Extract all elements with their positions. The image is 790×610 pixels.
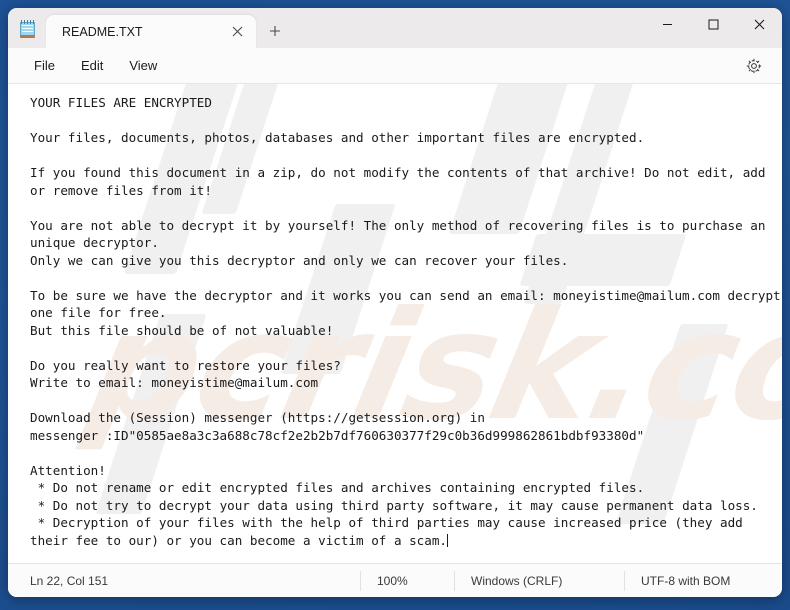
notepad-window: README.TXT File Edit View pcrisk.com YOU… xyxy=(8,8,782,597)
status-cursor-position: Ln 22, Col 151 xyxy=(30,573,109,588)
status-zoom-level[interactable]: 100% xyxy=(360,570,454,591)
document-text[interactable]: YOUR FILES ARE ENCRYPTED Your files, docu… xyxy=(8,84,782,563)
status-bar: Ln 22, Col 151 100% Windows (CRLF) UTF-8… xyxy=(8,563,782,597)
new-tab-button[interactable] xyxy=(262,18,288,44)
document-line: Download the (Session) messenger (https:… xyxy=(30,410,485,425)
menu-bar: File Edit View xyxy=(8,48,782,84)
document-line: * Decryption of your files with the help… xyxy=(30,515,751,548)
document-line: Do you really want to restore your files… xyxy=(30,357,341,373)
document-line: Only we can give you this decryptor and … xyxy=(30,252,569,268)
document-line: But this file should be of not valuable! xyxy=(30,322,334,338)
tab-strip: README.TXT xyxy=(46,8,644,48)
menu-item-file[interactable]: File xyxy=(24,53,65,78)
document-line: If you found this document in a zip, do … xyxy=(30,165,774,198)
document-line: YOUR FILES ARE ENCRYPTED xyxy=(30,95,212,110)
maximize-button[interactable] xyxy=(690,8,736,41)
gear-icon[interactable] xyxy=(740,52,768,80)
menu-item-view[interactable]: View xyxy=(119,53,167,78)
text-caret xyxy=(447,533,449,547)
tab-close-icon[interactable] xyxy=(224,19,250,45)
desktop-background: README.TXT File Edit View pcrisk.com YOU… xyxy=(0,0,790,610)
status-encoding[interactable]: UTF-8 with BOM xyxy=(624,570,782,591)
document-line: Your files, documents, photos, databases… xyxy=(30,130,645,145)
document-line: * Do not try to decrypt your data using … xyxy=(30,497,758,513)
notepad-icon xyxy=(8,8,46,48)
menu-item-edit[interactable]: Edit xyxy=(71,53,113,78)
window-controls xyxy=(644,8,782,48)
tab-title: README.TXT xyxy=(62,24,143,39)
minimize-button[interactable] xyxy=(644,8,690,41)
document-line: messenger :ID"0585ae8a3c3a688c78cf2e2b2b… xyxy=(30,427,645,443)
tab-readme-txt[interactable]: README.TXT xyxy=(46,15,256,48)
document-line: Write to email: moneyistime@mailum.com xyxy=(30,375,319,390)
text-editor-area[interactable]: pcrisk.com YOUR FILES ARE ENCRYPTED Your … xyxy=(8,84,782,563)
close-button[interactable] xyxy=(736,8,782,41)
document-line: To be sure we have the decryptor and it … xyxy=(30,287,781,321)
document-line: * Do not rename or edit encrypted files … xyxy=(30,480,645,495)
document-line: You are not able to decrypt it by yourse… xyxy=(30,217,774,251)
title-bar[interactable]: README.TXT xyxy=(8,8,782,48)
document-line: Attention! xyxy=(30,462,106,478)
status-line-ending[interactable]: Windows (CRLF) xyxy=(454,570,624,591)
